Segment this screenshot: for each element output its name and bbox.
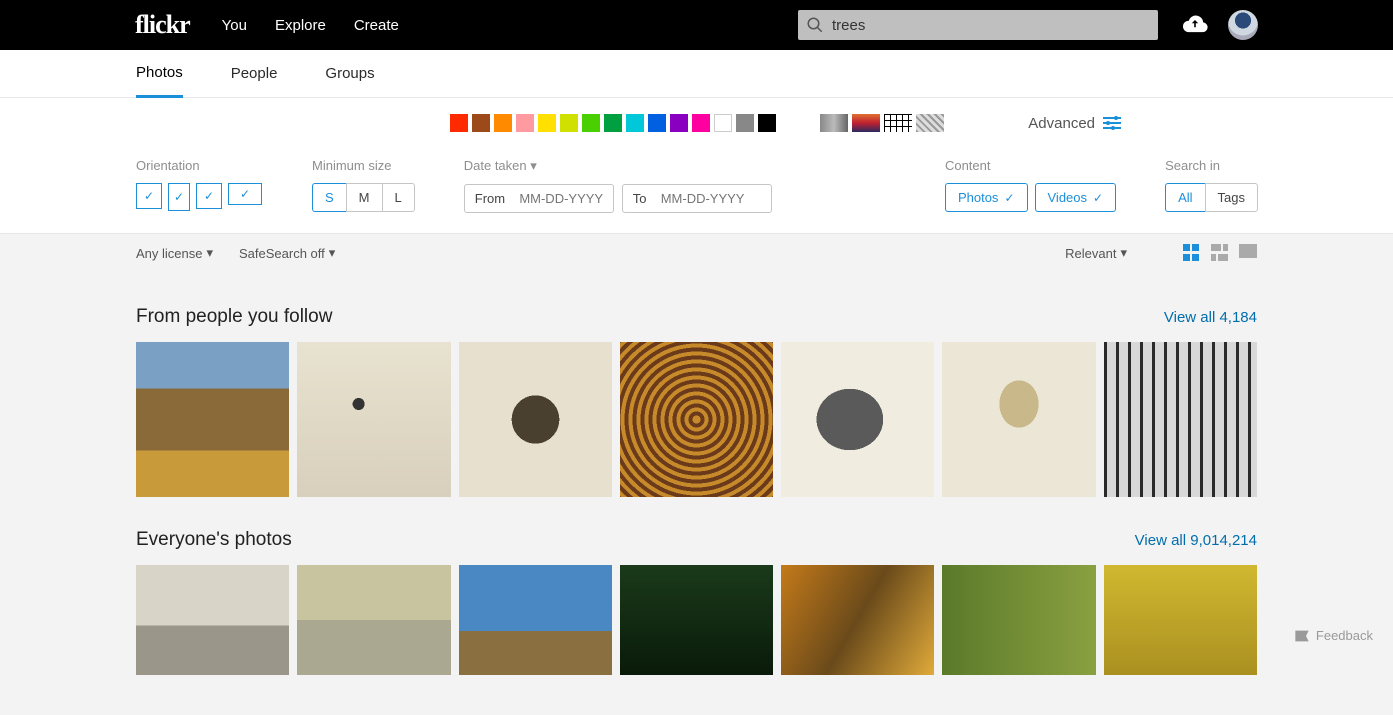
advanced-label: Advanced bbox=[1028, 115, 1095, 132]
content-label: Content bbox=[945, 158, 1115, 173]
color-swatch[interactable] bbox=[758, 114, 776, 132]
upload-icon[interactable] bbox=[1182, 14, 1208, 37]
minsize-label: Minimum size bbox=[312, 158, 414, 173]
orientation-group: Orientation bbox=[136, 158, 262, 211]
section-follow-link[interactable]: View all 4,184 bbox=[1164, 309, 1257, 326]
section-everyone-title: Everyone's photos bbox=[136, 529, 292, 551]
tab-people[interactable]: People bbox=[231, 50, 278, 98]
color-swatch[interactable] bbox=[714, 114, 732, 132]
tab-groups[interactable]: Groups bbox=[325, 50, 374, 98]
thumbnail[interactable] bbox=[136, 342, 289, 497]
search-icon bbox=[806, 16, 824, 37]
subfilter-bar: Any license ▾ SafeSearch off ▾ Relevant … bbox=[0, 234, 1393, 262]
section-follow-title: From people you follow bbox=[136, 306, 332, 328]
minsize-m[interactable]: M bbox=[346, 183, 383, 212]
date-from-input[interactable] bbox=[513, 191, 603, 206]
thumbnail[interactable] bbox=[136, 565, 289, 675]
color-filter-row: Advanced bbox=[136, 114, 1257, 132]
orientation-label: Orientation bbox=[136, 158, 262, 173]
content-group: Content Photos Videos bbox=[945, 158, 1115, 212]
logo[interactable]: flickr bbox=[135, 10, 190, 40]
pattern-grid[interactable] bbox=[884, 114, 912, 132]
top-nav: You Explore Create bbox=[222, 17, 399, 34]
thumbnail[interactable] bbox=[459, 565, 612, 675]
color-swatch[interactable] bbox=[604, 114, 622, 132]
orientation-portrait[interactable] bbox=[168, 183, 190, 211]
minsize-group: Minimum size S M L bbox=[312, 158, 414, 212]
license-dropdown[interactable]: Any license ▾ bbox=[136, 245, 213, 261]
view-grid-icon[interactable] bbox=[1183, 244, 1201, 262]
date-group: Date taken ▾ From To bbox=[464, 158, 772, 213]
section-everyone-link[interactable]: View all 9,014,214 bbox=[1135, 532, 1257, 549]
thumbnail[interactable] bbox=[459, 342, 612, 497]
advanced-toggle[interactable]: Advanced bbox=[1028, 115, 1121, 132]
color-swatch[interactable] bbox=[516, 114, 534, 132]
pattern-sunset[interactable] bbox=[852, 114, 880, 132]
thumbnail[interactable] bbox=[297, 565, 450, 675]
view-large-icon[interactable] bbox=[1239, 244, 1257, 262]
nav-explore[interactable]: Explore bbox=[275, 17, 326, 34]
topbar: flickr You Explore Create bbox=[0, 0, 1393, 50]
orientation-square[interactable] bbox=[136, 183, 162, 209]
pattern-swatches bbox=[820, 114, 944, 132]
minsize-l[interactable]: L bbox=[382, 183, 415, 212]
thumbnail[interactable] bbox=[620, 565, 773, 675]
thumbnail[interactable] bbox=[620, 342, 773, 497]
thumbnail[interactable] bbox=[781, 342, 934, 497]
feedback-button[interactable]: Feedback bbox=[1294, 628, 1373, 643]
searchin-tags[interactable]: Tags bbox=[1205, 183, 1258, 212]
filter-panel: Advanced Orientation Minimum size S M L … bbox=[0, 98, 1393, 234]
thumbnail[interactable] bbox=[1104, 565, 1257, 675]
date-to[interactable]: To bbox=[622, 184, 772, 213]
sort-dropdown[interactable]: Relevant ▾ bbox=[1065, 245, 1127, 261]
thumbnail[interactable] bbox=[1104, 342, 1257, 497]
date-from[interactable]: From bbox=[464, 184, 614, 213]
content-videos[interactable]: Videos bbox=[1035, 183, 1117, 212]
everyone-thumbrow bbox=[136, 565, 1257, 675]
minsize-s[interactable]: S bbox=[312, 183, 347, 212]
avatar[interactable] bbox=[1228, 10, 1258, 40]
follow-thumbrow bbox=[136, 342, 1257, 497]
color-swatch[interactable] bbox=[472, 114, 490, 132]
color-swatch[interactable] bbox=[736, 114, 754, 132]
searchin-group: Search in All Tags bbox=[1165, 158, 1257, 212]
safesearch-dropdown[interactable]: SafeSearch off ▾ bbox=[239, 245, 335, 261]
date-label: Date taken ▾ bbox=[464, 158, 772, 174]
secondary-tabs: Photos People Groups bbox=[0, 50, 1393, 98]
color-swatch[interactable] bbox=[560, 114, 578, 132]
orientation-any[interactable] bbox=[196, 183, 222, 209]
color-swatch[interactable] bbox=[648, 114, 666, 132]
thumbnail[interactable] bbox=[781, 565, 934, 675]
date-to-input[interactable] bbox=[654, 191, 744, 206]
thumbnail[interactable] bbox=[942, 342, 1095, 497]
nav-you[interactable]: You bbox=[222, 17, 247, 34]
nav-create[interactable]: Create bbox=[354, 17, 399, 34]
color-swatch[interactable] bbox=[494, 114, 512, 132]
search-box bbox=[798, 10, 1158, 40]
color-swatch[interactable] bbox=[450, 114, 468, 132]
results-area: From people you follow View all 4,184 Ev… bbox=[0, 262, 1393, 715]
color-swatch[interactable] bbox=[670, 114, 688, 132]
content-photos[interactable]: Photos bbox=[945, 183, 1028, 212]
view-justified-icon[interactable] bbox=[1211, 244, 1229, 262]
orientation-landscape[interactable] bbox=[228, 183, 262, 205]
thumbnail[interactable] bbox=[297, 342, 450, 497]
search-input[interactable] bbox=[798, 10, 1158, 40]
color-swatch[interactable] bbox=[626, 114, 644, 132]
color-swatch[interactable] bbox=[538, 114, 556, 132]
searchin-label: Search in bbox=[1165, 158, 1257, 173]
searchin-all[interactable]: All bbox=[1165, 183, 1205, 212]
thumbnail[interactable] bbox=[942, 565, 1095, 675]
color-swatch[interactable] bbox=[582, 114, 600, 132]
pattern-diag[interactable] bbox=[916, 114, 944, 132]
color-swatch[interactable] bbox=[692, 114, 710, 132]
pattern-gray[interactable] bbox=[820, 114, 848, 132]
tab-photos[interactable]: Photos bbox=[136, 50, 183, 98]
